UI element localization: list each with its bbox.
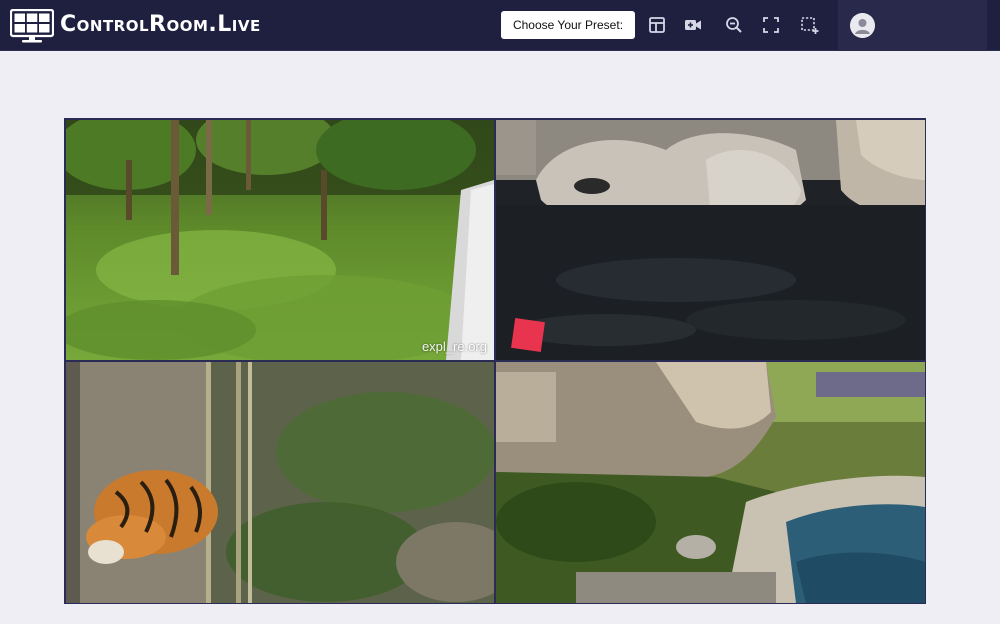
fullscreen-icon[interactable]	[759, 13, 783, 37]
layout-icon[interactable]	[645, 13, 669, 37]
cliff-feed-image	[496, 362, 925, 603]
top-bar: ControlRoom.Live Choose Your Preset:	[0, 0, 1000, 51]
pool-feed-image	[496, 120, 925, 360]
control-room-logo-icon	[10, 9, 54, 43]
camera-feed-cliff[interactable]	[496, 362, 925, 603]
brand-name[interactable]: ControlRoom.Live	[60, 11, 261, 39]
camera-feed-tiger[interactable]	[66, 362, 494, 603]
camera-grid: expl_re.org	[64, 118, 926, 604]
camera-feed-forest[interactable]: expl_re.org	[66, 120, 494, 360]
forest-feed-image	[66, 120, 494, 360]
user-avatar-icon[interactable]	[850, 13, 875, 38]
choose-preset-button[interactable]: Choose Your Preset:	[501, 11, 635, 39]
region-select-icon[interactable]	[797, 13, 821, 37]
tiger-feed-image	[66, 362, 494, 603]
camera-feed-pool[interactable]	[496, 120, 925, 360]
video-camera-icon[interactable]	[681, 13, 705, 37]
camera-watermark: expl_re.org	[421, 339, 487, 354]
user-menu	[838, 0, 987, 51]
zoom-out-icon[interactable]	[722, 13, 746, 37]
